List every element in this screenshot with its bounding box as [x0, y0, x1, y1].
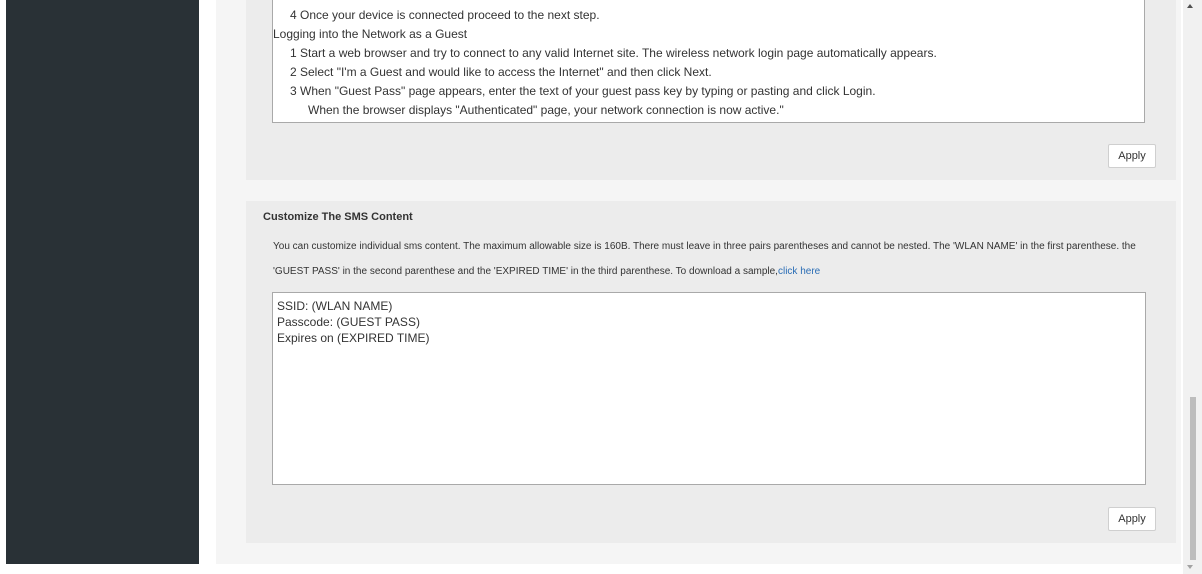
scroll-thumb[interactable]: [1190, 397, 1196, 560]
instruction-line: 3 When "Guest Pass" page appears, enter …: [290, 84, 876, 98]
apply-sms-button[interactable]: Apply: [1108, 507, 1156, 531]
sms-content-line: Expires on (EXPIRED TIME): [277, 331, 430, 345]
instruction-line: When the browser displays "Authenticated…: [308, 103, 784, 117]
sms-content-line: SSID: (WLAN NAME): [277, 299, 393, 313]
apply-instructions-button[interactable]: Apply: [1108, 144, 1156, 168]
sms-description: You can customize individual sms content…: [273, 234, 1153, 284]
guest-instructions-panel: 4 Once your device is connected proceed …: [246, 0, 1176, 180]
scroll-up-icon[interactable]: [1187, 4, 1193, 8]
scroll-down-icon[interactable]: [1187, 565, 1193, 569]
sms-description-text: You can customize individual sms content…: [273, 241, 1136, 277]
instruction-line: 2 Select "I'm a Guest and would like to …: [290, 65, 712, 79]
main-content: 4 Once your device is connected proceed …: [199, 0, 1183, 574]
instruction-line: 4 Once your device is connected proceed …: [290, 8, 600, 22]
instruction-line: 1 Start a web browser and try to connect…: [290, 46, 937, 60]
sms-content-panel: Customize The SMS Content You can custom…: [246, 201, 1176, 543]
instruction-heading: Logging into the Network as a Guest: [273, 27, 468, 41]
download-sample-link[interactable]: click here: [778, 266, 820, 277]
content-area: 4 Once your device is connected proceed …: [216, 0, 1181, 564]
vertical-scrollbar[interactable]: [1183, 0, 1202, 574]
sms-content-line: Passcode: (GUEST PASS): [277, 315, 420, 329]
instructions-textarea[interactable]: 4 Once your device is connected proceed …: [272, 0, 1145, 123]
sidebar: [6, 0, 199, 564]
sms-content-textarea[interactable]: SSID: (WLAN NAME) Passcode: (GUEST PASS)…: [272, 292, 1146, 485]
sms-section-title: Customize The SMS Content: [263, 211, 413, 223]
